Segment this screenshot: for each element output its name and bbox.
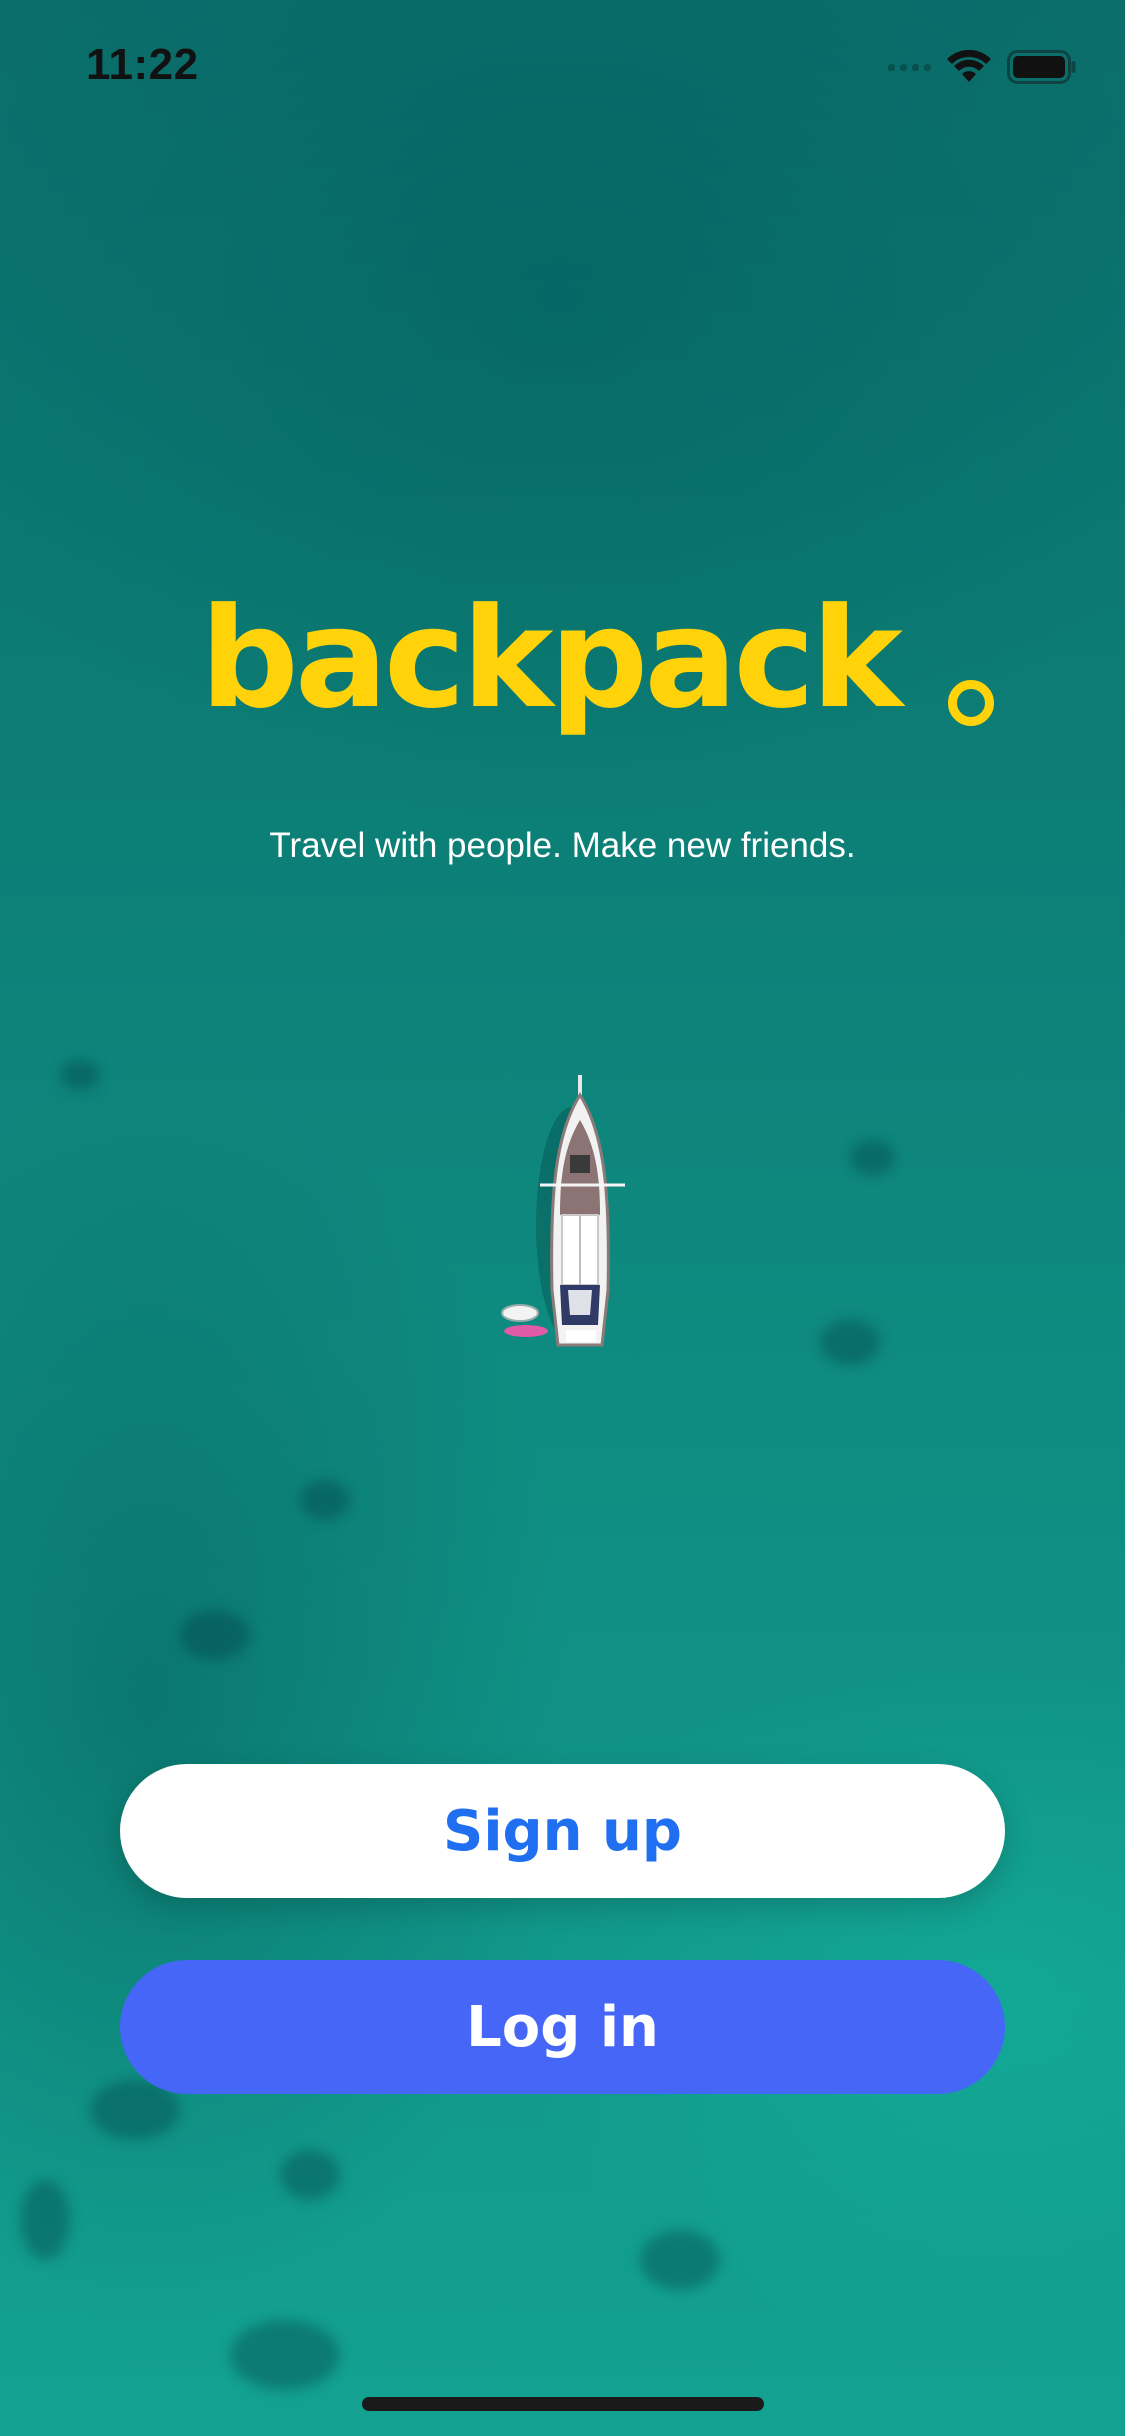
- cellular-signal-icon: [888, 63, 931, 71]
- app-logo: backpack: [200, 578, 903, 739]
- logo-dot-icon: [948, 680, 994, 726]
- tagline: Travel with people. Make new friends.: [269, 826, 856, 865]
- water-texture: [280, 2150, 340, 2200]
- water-texture: [850, 1140, 895, 1175]
- wifi-icon: [947, 50, 991, 82]
- water-texture: [820, 1320, 880, 1365]
- sign-up-button[interactable]: Sign up: [120, 1764, 1005, 1898]
- home-indicator[interactable]: [362, 2397, 764, 2411]
- status-time: 11:22: [86, 40, 199, 89]
- water-texture: [230, 2320, 340, 2390]
- log-in-button[interactable]: Log in: [120, 1960, 1005, 2094]
- battery-icon: [1007, 50, 1076, 84]
- welcome-screen: 11:22 backpack Travel with people. Make …: [0, 0, 1125, 2436]
- water-texture: [300, 1480, 350, 1520]
- status-icons: [888, 50, 1077, 84]
- water-texture: [180, 1610, 250, 1660]
- boat-image: [501, 1075, 625, 1347]
- water-texture: [60, 1060, 100, 1090]
- water-texture: [20, 2180, 70, 2260]
- water-texture: [640, 2230, 720, 2290]
